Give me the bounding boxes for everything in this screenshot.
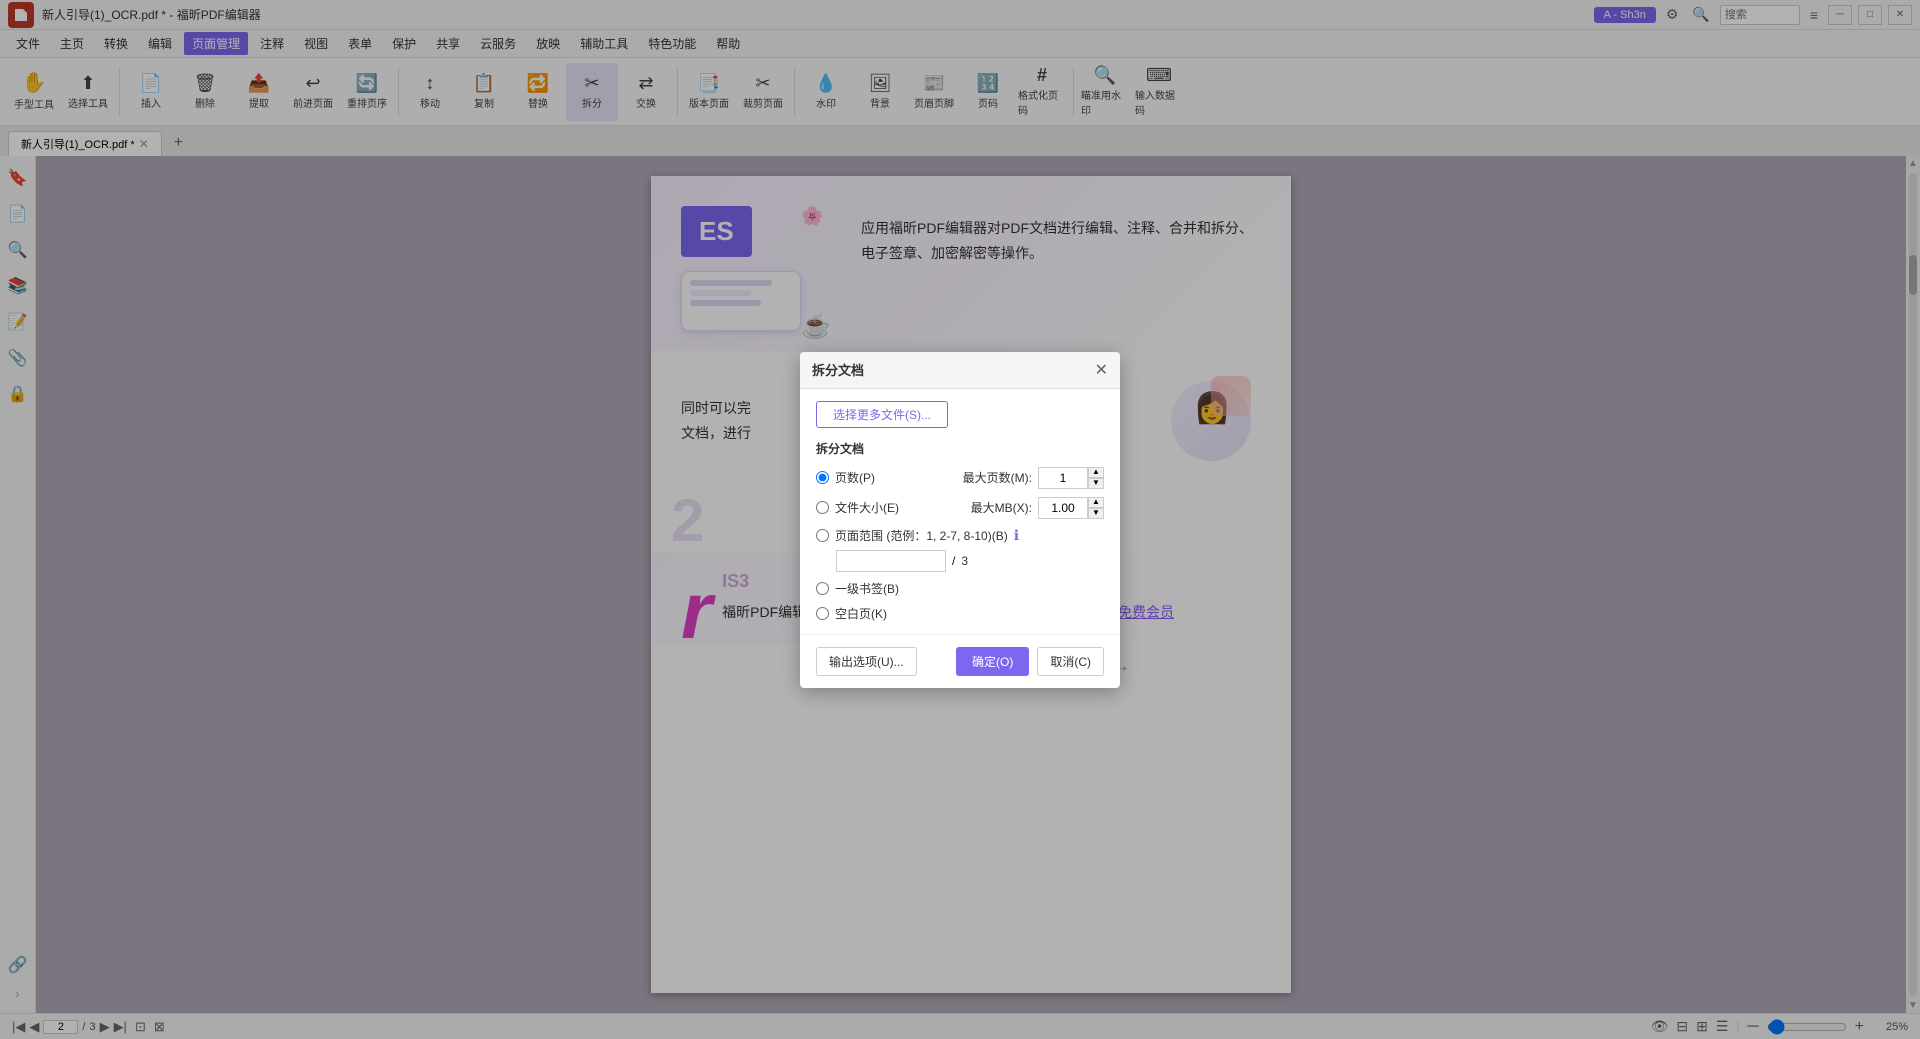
max-mb-up[interactable]: ▲ [1088, 497, 1104, 508]
dialog-section-title: 拆分文档 [816, 440, 1104, 457]
radio-row-blank: 空白页(K) [816, 605, 1104, 622]
radio-bookmark-label: 一级书签(B) [835, 580, 899, 597]
max-pages-label: 最大页数(M): [963, 469, 1032, 486]
radio-pages-label: 页数(P) [835, 469, 875, 486]
max-mb-input[interactable] [1038, 497, 1088, 519]
max-pages-down[interactable]: ▼ [1088, 478, 1104, 489]
radio-row-filesize: 文件大小(E) 最大MB(X): ▲ ▼ [816, 497, 1104, 519]
dialog-backdrop: 拆分文档 ✕ 选择更多文件(S)... 拆分文档 页数(P) 最大页数(M): [0, 0, 1920, 1039]
dialog-close-button[interactable]: ✕ [1095, 360, 1108, 380]
radio-row-pages: 页数(P) 最大页数(M): ▲ ▼ [816, 467, 1104, 489]
radio-blank[interactable] [816, 607, 829, 620]
radio-filesize[interactable] [816, 501, 829, 514]
radio-row-pagerange: 页面范围 (范例：1, 2-7, 8-10)(B) ℹ / 3 [816, 527, 1104, 572]
max-mb-label: 最大MB(X): [971, 499, 1032, 516]
radio-group: 页数(P) 最大页数(M): ▲ ▼ [816, 467, 1104, 622]
split-dialog: 拆分文档 ✕ 选择更多文件(S)... 拆分文档 页数(P) 最大页数(M): [800, 352, 1120, 688]
max-pages-spinner: ▲ ▼ [1038, 467, 1104, 489]
radio-filesize-label: 文件大小(E) [835, 499, 899, 516]
radio-bookmark[interactable] [816, 582, 829, 595]
radio-blank-label: 空白页(K) [835, 605, 887, 622]
dialog-title: 拆分文档 [812, 360, 864, 379]
dialog-header: 拆分文档 ✕ [800, 352, 1120, 389]
select-files-btn[interactable]: 选择更多文件(S)... [816, 401, 948, 428]
max-pages-input[interactable] [1038, 467, 1088, 489]
radio-pagerange[interactable] [816, 529, 829, 542]
radio-pages[interactable] [816, 471, 829, 484]
page-range-input[interactable] [836, 550, 946, 572]
max-mb-spinner: ▲ ▼ [1038, 497, 1104, 519]
cancel-button[interactable]: 取消(C) [1037, 647, 1104, 676]
dialog-body: 选择更多文件(S)... 拆分文档 页数(P) 最大页数(M): [800, 389, 1120, 634]
page-range-row: / 3 [816, 550, 1104, 572]
max-pages-up[interactable]: ▲ [1088, 467, 1104, 478]
info-icon[interactable]: ℹ [1014, 527, 1019, 544]
confirm-button[interactable]: 确定(O) [956, 647, 1029, 676]
footer-right: 确定(O) 取消(C) [956, 647, 1104, 676]
dialog-footer: 输出选项(U)... 确定(O) 取消(C) [800, 634, 1120, 688]
radio-pagerange-label: 页面范围 (范例：1, 2-7, 8-10)(B) [835, 527, 1008, 544]
radio-row-bookmark: 一级书签(B) [816, 580, 1104, 597]
max-mb-down[interactable]: ▼ [1088, 508, 1104, 519]
output-options-button[interactable]: 输出选项(U)... [816, 647, 917, 676]
page-range-total: 3 [961, 554, 968, 568]
page-range-separator: / [952, 554, 955, 568]
